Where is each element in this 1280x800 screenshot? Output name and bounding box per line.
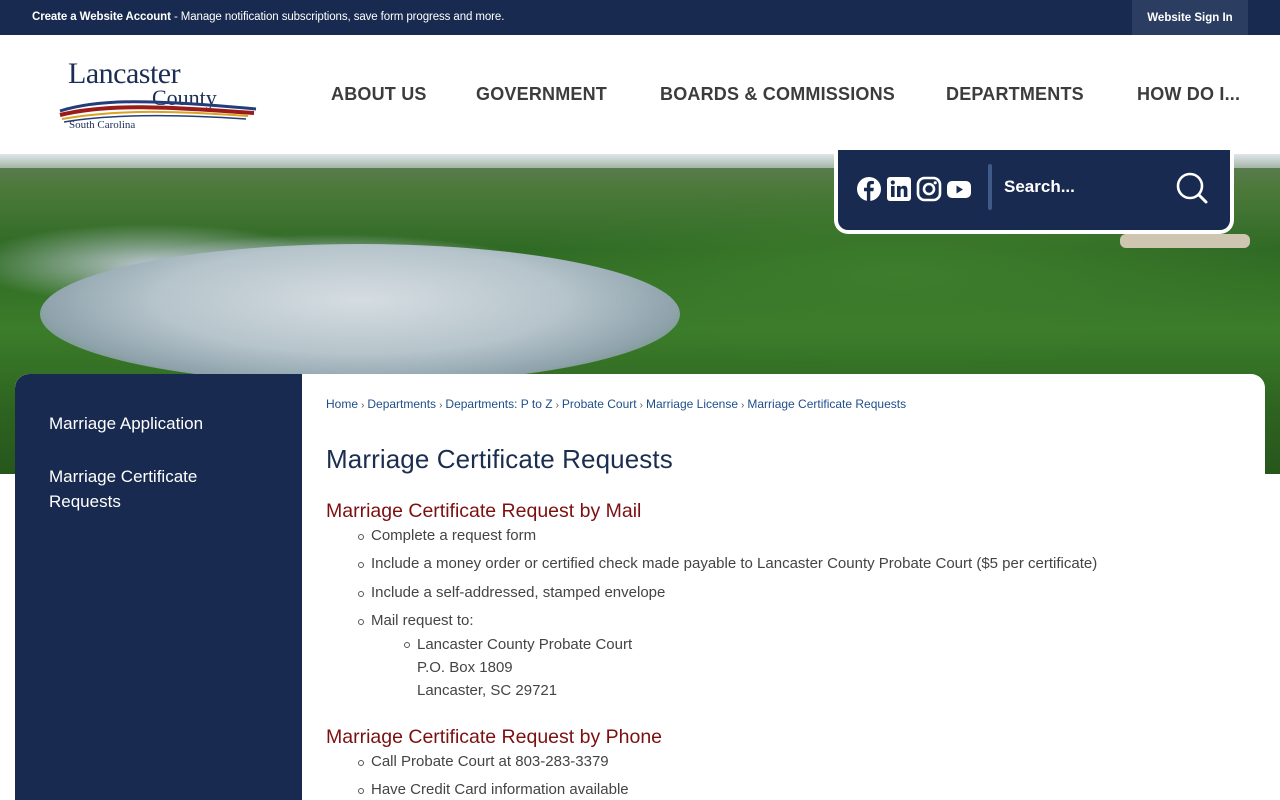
mail-request-list: Complete a request form Include a money … [357, 526, 1098, 702]
breadcrumb-separator: › [361, 400, 365, 411]
nav-boards-commissions[interactable]: BOARDS & COMMISSIONS [660, 84, 895, 105]
phone-request-heading: Marriage Certificate Request by Phone [326, 726, 663, 748]
create-account-link[interactable]: Create a Website Account - Manage notifi… [32, 11, 504, 23]
nav-departments[interactable]: DEPARTMENTS [946, 84, 1084, 105]
address-line: P.O. Box 1809 [417, 659, 513, 676]
address-line: Lancaster, SC 29721 [417, 682, 558, 699]
mail-request-to-label: Mail request to: [371, 612, 474, 629]
breadcrumb-departments-p-to-z[interactable]: Departments: P to Z [445, 397, 552, 411]
address-line: Lancaster County Probate Court [417, 636, 633, 653]
instagram-icon[interactable] [916, 176, 942, 202]
mail-request-heading: Marriage Certificate Request by Mail [326, 500, 642, 522]
hero-lake [40, 244, 680, 384]
phone-request-list: Call Probate Court at 803-283-3379 Have … [358, 752, 629, 800]
list-item: Complete a request form [357, 526, 1097, 546]
list-item: Mail request to: Lancaster County Probat… [357, 611, 1097, 702]
mailing-address-list: Lancaster County Probate Court P.O. Box … [403, 633, 1097, 702]
list-item: Have Credit Card information available [358, 781, 629, 798]
lancaster-county-logo[interactable]: Lancaster County South Carolina [58, 55, 258, 135]
breadcrumb-probate-court[interactable]: Probate Court [562, 397, 637, 411]
breadcrumb-current[interactable]: Marriage Certificate Requests [747, 397, 906, 411]
list-item: Include a self-addressed, stamped envelo… [357, 583, 1097, 603]
mailing-address: Lancaster County Probate Court P.O. Box … [403, 633, 1097, 702]
nav-about-us[interactable]: ABOUT US [331, 84, 427, 105]
hero-clearing [1120, 234, 1250, 248]
panel-divider [988, 164, 992, 210]
sidebar-item-marriage-certificate-requests[interactable]: Marriage Certificate Requests [49, 464, 249, 514]
linkedin-icon[interactable] [886, 176, 912, 202]
list-item: Call Probate Court at 803-283-3379 [358, 752, 629, 772]
social-search-panel [834, 150, 1234, 234]
logo-text-south-carolina: South Carolina [69, 119, 136, 131]
content-card: Marriage Application Marriage Certificat… [15, 374, 1265, 800]
breadcrumb-separator: › [555, 400, 559, 411]
page-title: Marriage Certificate Requests [326, 444, 673, 474]
breadcrumb: Home › Departments › Departments: P to Z › Pro… [326, 397, 906, 411]
breadcrumb-home[interactable]: Home [326, 397, 358, 411]
sidebar: Marriage Application Marriage Certificat… [15, 374, 302, 800]
search-input[interactable] [1004, 170, 1154, 204]
facebook-icon[interactable] [856, 176, 882, 202]
breadcrumb-separator: › [741, 400, 745, 411]
list-item: Include a money order or certified check… [357, 555, 1098, 572]
top-bar: Create a Website Account - Manage notifi… [0, 0, 1280, 35]
breadcrumb-departments[interactable]: Departments [367, 397, 436, 411]
website-sign-in-button[interactable]: Website Sign In [1132, 0, 1248, 35]
nav-how-do-i[interactable]: HOW DO I... [1137, 84, 1240, 105]
sidebar-item-marriage-application[interactable]: Marriage Application [49, 411, 259, 436]
search-icon[interactable] [1174, 170, 1210, 206]
create-account-description: - Manage notification subscriptions, sav… [170, 11, 505, 23]
create-account-label[interactable]: Create a Website Account [32, 11, 171, 23]
breadcrumb-marriage-license[interactable]: Marriage License [646, 397, 738, 411]
breadcrumb-separator: › [639, 400, 643, 411]
nav-government[interactable]: GOVERNMENT [476, 84, 607, 105]
site-header: Lancaster County South Carolina ABOUT US… [0, 35, 1280, 154]
breadcrumb-separator: › [439, 400, 443, 411]
youtube-icon[interactable] [946, 176, 972, 202]
